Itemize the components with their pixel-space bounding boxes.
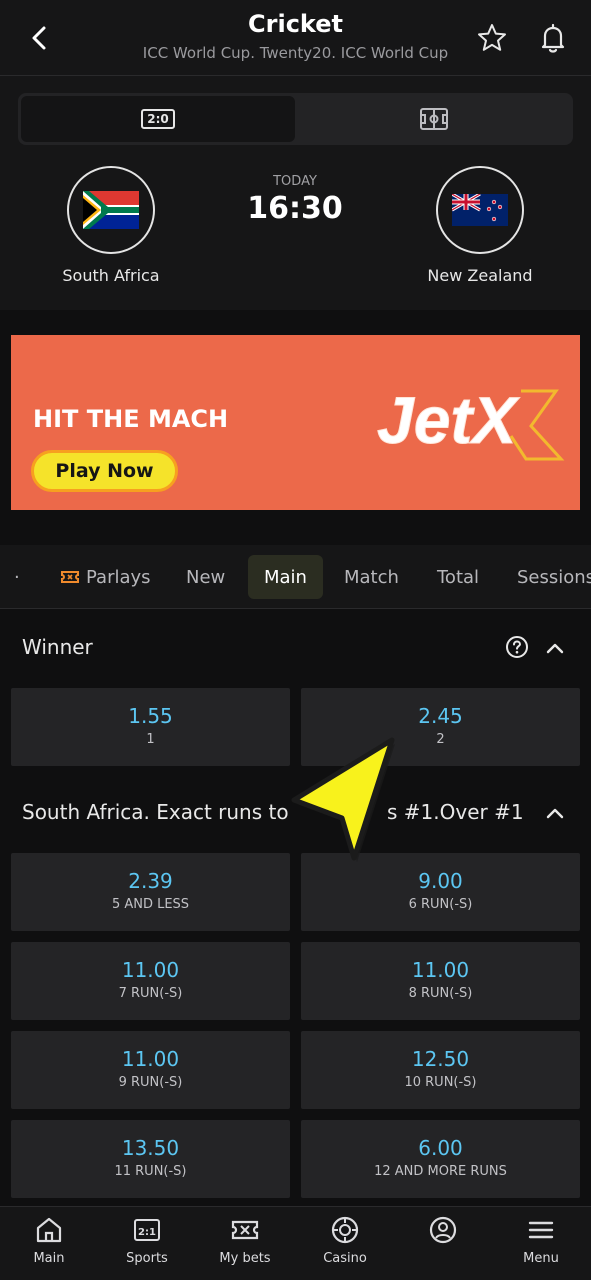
view-toggle: 2:0 [18, 93, 573, 145]
promo-banner[interactable]: HIT THE MACH Play Now JetX [11, 335, 580, 510]
jetx-logo-text: JetX [377, 383, 520, 457]
away-team-name: New Zealand [427, 266, 533, 285]
play-now-button[interactable]: Play Now [31, 450, 178, 492]
match-card: 2:0 South Africa TODAY 16:30 New Zealand [0, 76, 591, 310]
help-icon[interactable] [505, 635, 529, 659]
tab-sessions[interactable]: Sessions [501, 555, 591, 599]
away-team: New Zealand [380, 166, 580, 285]
home-icon [36, 1217, 62, 1243]
nav-main[interactable]: Main [0, 1215, 98, 1266]
tab-total[interactable]: Total [421, 555, 495, 599]
scoreboard-icon: 2:1 [134, 1219, 160, 1241]
exact-runs-section-title-left: South Africa. Exact runs to [22, 800, 289, 824]
odd-label: 9 RUN(-S) [118, 1075, 183, 1090]
odd-button[interactable]: 11.00 8 RUN(-S) [301, 942, 580, 1020]
banner-headline: HIT THE MACH [33, 405, 229, 433]
nav-casino-label: Casino [323, 1251, 367, 1266]
nav-main-label: Main [33, 1251, 65, 1266]
star-icon[interactable] [476, 22, 508, 54]
user-icon [429, 1216, 457, 1244]
hamburger-menu-icon [528, 1221, 554, 1239]
nav-my-bets-label: My bets [219, 1251, 271, 1266]
odd-button[interactable]: 11.00 7 RUN(-S) [11, 942, 290, 1020]
scoreboard-view-tab[interactable]: 2:0 [21, 96, 295, 142]
tab-new[interactable]: New [170, 555, 241, 599]
nav-my-bets[interactable]: My bets [196, 1215, 294, 1266]
odd-button[interactable]: 6.00 12 AND MORE RUNS [301, 1120, 580, 1198]
field-view-tab[interactable] [298, 96, 570, 142]
chevron-up-icon[interactable] [544, 803, 566, 825]
tab-overflow[interactable]: · [0, 555, 36, 599]
odd-label: 12 AND MORE RUNS [374, 1164, 507, 1179]
tab-match[interactable]: Match [328, 555, 415, 599]
match-time: TODAY 16:30 [195, 174, 395, 226]
odd-value: 11.00 [411, 958, 470, 982]
odd-value: 11.00 [121, 1047, 180, 1071]
odd-button[interactable]: 1.55 1 [11, 688, 290, 766]
nav-sports[interactable]: 2:1 Sports [98, 1215, 196, 1266]
casino-chip-icon [331, 1216, 359, 1244]
new-zealand-flag-icon [452, 194, 508, 226]
home-team-name: South Africa [62, 266, 160, 285]
sports-icon-score: 2:1 [138, 1227, 156, 1238]
nav-profile[interactable] [394, 1215, 492, 1251]
odd-button[interactable]: 12.50 10 RUN(-S) [301, 1031, 580, 1109]
odd-label: 7 RUN(-S) [118, 986, 183, 1001]
odd-value: 6.00 [418, 1136, 463, 1160]
odd-label: 6 RUN(-S) [408, 897, 473, 912]
match-day: TODAY [273, 174, 317, 189]
odd-value: 2.39 [128, 869, 173, 893]
nav-menu-label: Menu [523, 1251, 559, 1266]
odd-button[interactable]: 11.00 9 RUN(-S) [11, 1031, 290, 1109]
tab-parlays[interactable]: Parlays [44, 555, 167, 599]
chevron-up-icon[interactable] [544, 638, 566, 660]
odd-value: 9.00 [418, 869, 463, 893]
home-team-logo [67, 166, 155, 254]
ticket-icon [231, 1220, 259, 1240]
odd-value: 13.50 [121, 1136, 180, 1160]
ticket-icon [61, 571, 79, 583]
home-team: South Africa [11, 166, 211, 285]
odd-label: 5 AND LESS [111, 897, 190, 912]
market-tabs: · Parlays New Main Match Total Sessions [0, 545, 591, 609]
odd-label: 8 RUN(-S) [408, 986, 473, 1001]
odd-value: 12.50 [411, 1047, 470, 1071]
away-team-logo [436, 166, 524, 254]
odd-value: 11.00 [121, 958, 180, 982]
odd-label: 1 [146, 732, 155, 747]
bottom-navigation: Main 2:1 Sports My bets Casino Menu [0, 1206, 591, 1280]
bell-icon[interactable] [536, 21, 570, 55]
tab-main[interactable]: Main [248, 555, 323, 599]
odd-value: 1.55 [128, 704, 173, 728]
odd-value: 2.45 [418, 704, 463, 728]
match-start-time: 16:30 [247, 191, 343, 226]
scoreboard-icon: 2:0 [141, 109, 175, 129]
south-africa-flag-icon [83, 191, 139, 229]
top-bar: Cricket ICC World Cup. Twenty20. ICC Wor… [0, 0, 591, 76]
tab-parlays-label: Parlays [86, 566, 151, 588]
odd-button[interactable]: 2.39 5 AND LESS [11, 853, 290, 931]
odd-button[interactable]: 13.50 11 RUN(-S) [11, 1120, 290, 1198]
winner-section-title: Winner [22, 635, 93, 659]
nav-menu[interactable]: Menu [492, 1215, 590, 1266]
odd-label: 11 RUN(-S) [114, 1164, 187, 1179]
odd-label: 10 RUN(-S) [404, 1075, 477, 1090]
pointer-cursor-icon [291, 737, 395, 862]
field-icon [420, 108, 448, 130]
jetx-logo: JetX [377, 383, 565, 461]
nav-sports-label: Sports [126, 1251, 168, 1266]
nav-casino[interactable]: Casino [296, 1215, 394, 1266]
